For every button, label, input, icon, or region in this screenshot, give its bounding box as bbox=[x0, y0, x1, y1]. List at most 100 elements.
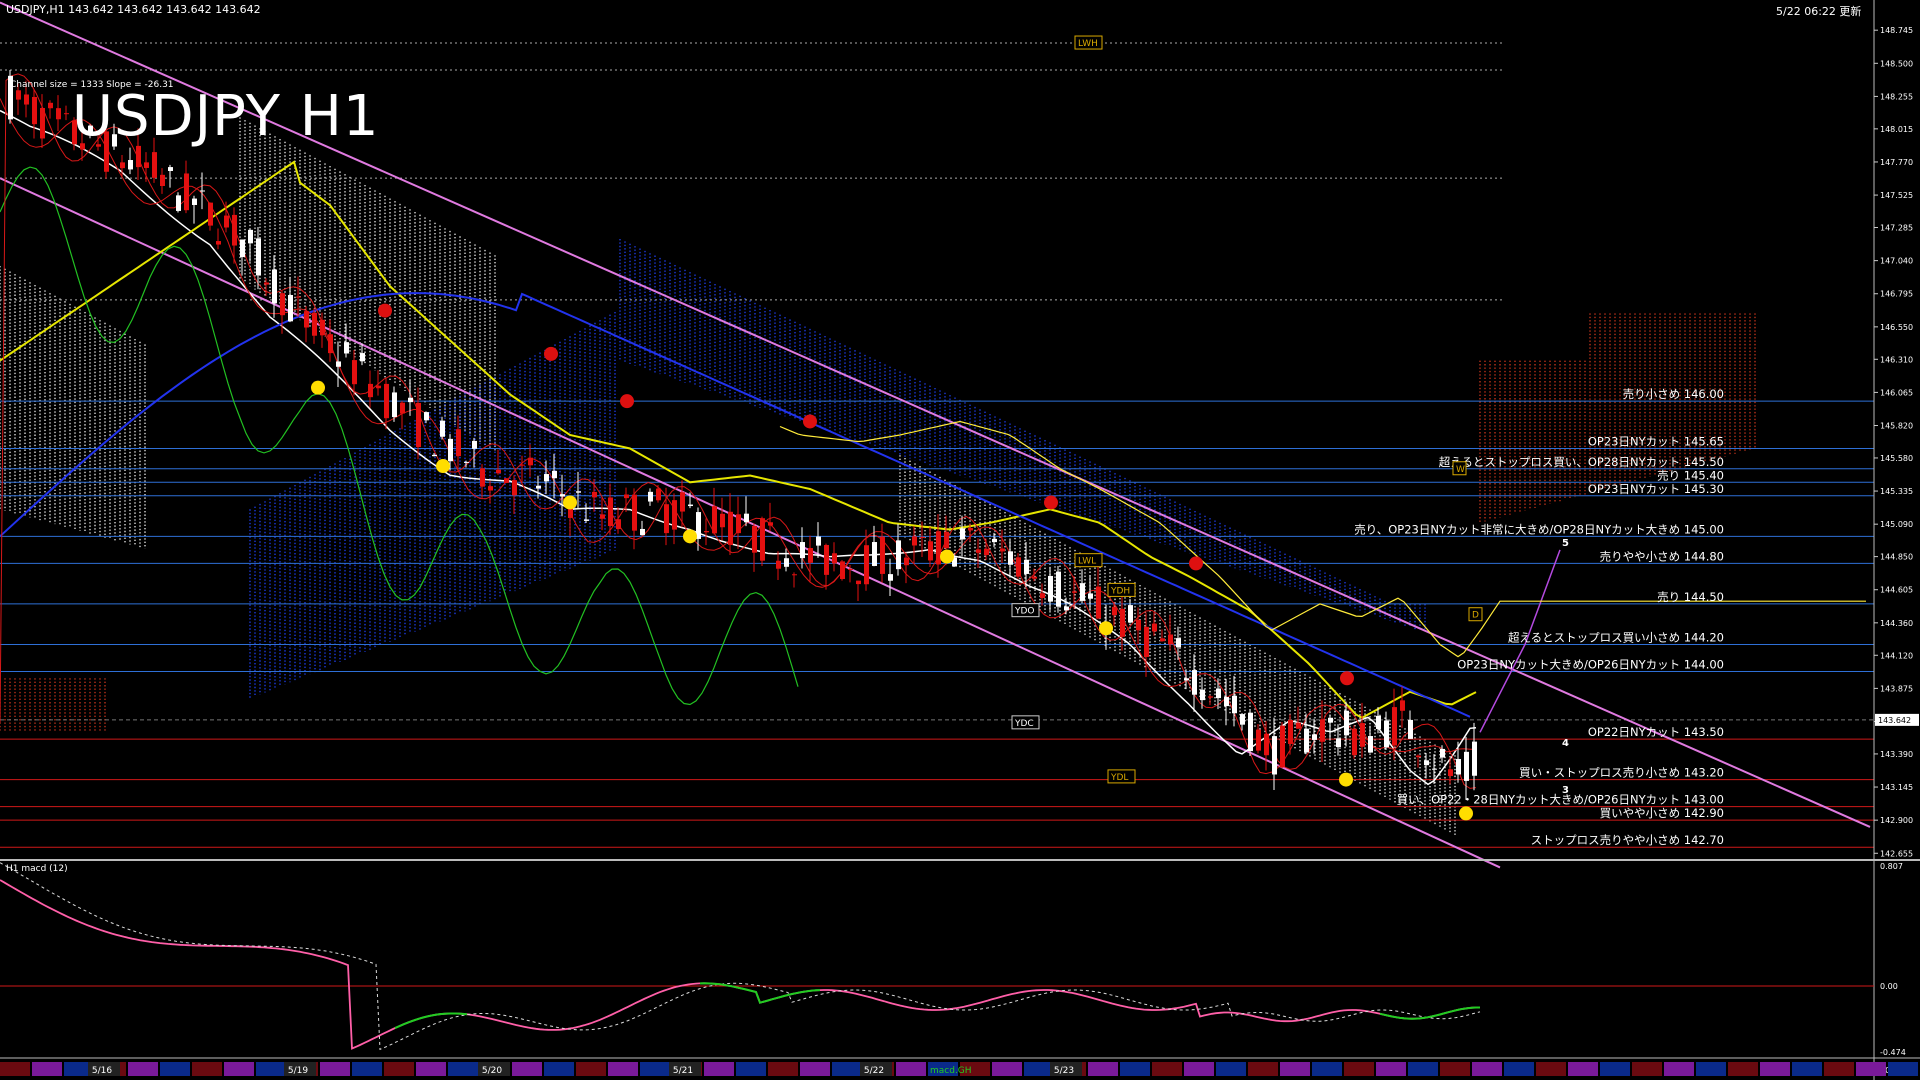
candle-down bbox=[520, 464, 525, 466]
macd-axis-label: 0.807 bbox=[1880, 862, 1903, 871]
candle-down bbox=[1288, 719, 1293, 744]
session-block bbox=[704, 1062, 734, 1076]
session-block bbox=[192, 1062, 222, 1076]
candle-down bbox=[208, 202, 213, 226]
session-block bbox=[1376, 1062, 1406, 1076]
price-tag-label: D bbox=[1472, 611, 1479, 621]
candle-down bbox=[768, 522, 773, 526]
price-tick-label: 147.040 bbox=[1880, 257, 1913, 266]
candle-down bbox=[416, 402, 421, 448]
date-label: 5/16 bbox=[92, 1066, 112, 1076]
session-block bbox=[0, 1062, 30, 1076]
candle-down bbox=[1120, 608, 1125, 637]
candle-down bbox=[1040, 593, 1045, 599]
candle-down bbox=[1392, 707, 1397, 746]
price-tick-label: 146.065 bbox=[1880, 388, 1913, 397]
candle-down bbox=[1352, 728, 1357, 756]
price-tick-label: 146.550 bbox=[1880, 323, 1913, 332]
wave-label: 5 bbox=[1562, 538, 1569, 549]
candle-up bbox=[552, 470, 557, 479]
candle-up bbox=[1312, 734, 1317, 740]
session-block bbox=[224, 1062, 254, 1076]
candle-up bbox=[1304, 728, 1309, 753]
price-tick-label: 143.145 bbox=[1880, 783, 1913, 792]
candle-down bbox=[512, 480, 517, 496]
price-tick-label: 146.310 bbox=[1880, 355, 1913, 364]
session-block bbox=[1792, 1062, 1822, 1076]
wave-label: 3 bbox=[1562, 785, 1569, 796]
session-block bbox=[800, 1062, 830, 1076]
candle-down bbox=[1360, 723, 1365, 747]
candle-up bbox=[1368, 736, 1373, 753]
level-label: 買い・ストップロス売り小さめ 143.20 bbox=[1519, 766, 1724, 780]
candle-up bbox=[1192, 670, 1197, 695]
fractal-up-marker bbox=[683, 529, 697, 544]
candle-up bbox=[344, 342, 349, 354]
candle-down bbox=[776, 560, 781, 569]
date-label: 5/20 bbox=[482, 1066, 502, 1076]
candle-up bbox=[1056, 571, 1061, 607]
candle-up bbox=[1424, 760, 1429, 766]
candle-up bbox=[1408, 719, 1413, 739]
candle-down bbox=[752, 525, 757, 553]
level-label: 売り 145.40 bbox=[1657, 468, 1724, 482]
candle-down bbox=[312, 312, 317, 336]
date-label: 5/23 bbox=[1054, 1066, 1074, 1076]
candle-up bbox=[816, 536, 821, 546]
session-block bbox=[1216, 1062, 1246, 1076]
session-block bbox=[736, 1062, 766, 1076]
candle-up bbox=[1472, 741, 1477, 776]
level-label: 超えるとストップロス買い小さめ 144.20 bbox=[1508, 630, 1724, 644]
candle-down bbox=[704, 531, 709, 533]
candle-up bbox=[200, 190, 205, 192]
macd-positive-segment bbox=[394, 1012, 468, 1030]
price-tick-label: 144.605 bbox=[1880, 586, 1913, 595]
candle-up bbox=[544, 474, 549, 482]
session-block bbox=[1088, 1062, 1118, 1076]
candle-up bbox=[448, 438, 453, 462]
candle-up bbox=[584, 519, 589, 521]
price-tick-label: 147.525 bbox=[1880, 191, 1913, 200]
candle-down bbox=[904, 557, 909, 566]
candle-down bbox=[1096, 586, 1101, 619]
price-tick-label: 144.850 bbox=[1880, 553, 1913, 562]
candle-up bbox=[1088, 593, 1093, 599]
session-block bbox=[1568, 1062, 1598, 1076]
fractal-up-marker bbox=[1459, 806, 1473, 821]
session-block bbox=[1856, 1062, 1886, 1076]
price-tick-label: 143.875 bbox=[1880, 684, 1913, 693]
candle-down bbox=[632, 494, 637, 531]
candle-down bbox=[320, 319, 325, 336]
candle-up bbox=[688, 504, 693, 507]
candle-up bbox=[440, 420, 445, 437]
session-block bbox=[416, 1062, 446, 1076]
session-block bbox=[896, 1062, 926, 1076]
candle-up bbox=[1336, 738, 1341, 748]
session-block bbox=[1632, 1062, 1662, 1076]
candle-up bbox=[128, 160, 133, 170]
fractal-markers bbox=[311, 303, 1473, 821]
candle-up bbox=[336, 361, 341, 367]
session-block bbox=[384, 1062, 414, 1076]
price-tick-label: 145.820 bbox=[1880, 422, 1913, 431]
candle-down bbox=[1320, 719, 1325, 742]
candle-down bbox=[16, 90, 21, 100]
fractal-down-marker bbox=[803, 414, 817, 429]
session-block bbox=[1120, 1062, 1150, 1076]
date-bar: 5/16 5/19 5/20 5/21 5/22 5/23 macd.GH bbox=[0, 1062, 1918, 1076]
candle-up bbox=[240, 239, 245, 258]
session-block bbox=[1184, 1062, 1214, 1076]
candle-down bbox=[664, 504, 669, 534]
price-tag-label: LWL bbox=[1078, 557, 1096, 567]
candle-down bbox=[848, 568, 853, 570]
price-tick-label: 145.580 bbox=[1880, 454, 1913, 463]
candle-down bbox=[24, 94, 29, 105]
candle-up bbox=[1216, 688, 1221, 699]
candle-up bbox=[392, 392, 397, 418]
session-block bbox=[832, 1062, 862, 1076]
price-tag-label: YDH bbox=[1110, 586, 1130, 596]
price-tick-label: 144.360 bbox=[1880, 619, 1913, 628]
candle-down bbox=[832, 553, 837, 564]
session-block bbox=[1664, 1062, 1694, 1076]
price-tick-label: 142.655 bbox=[1880, 849, 1913, 858]
